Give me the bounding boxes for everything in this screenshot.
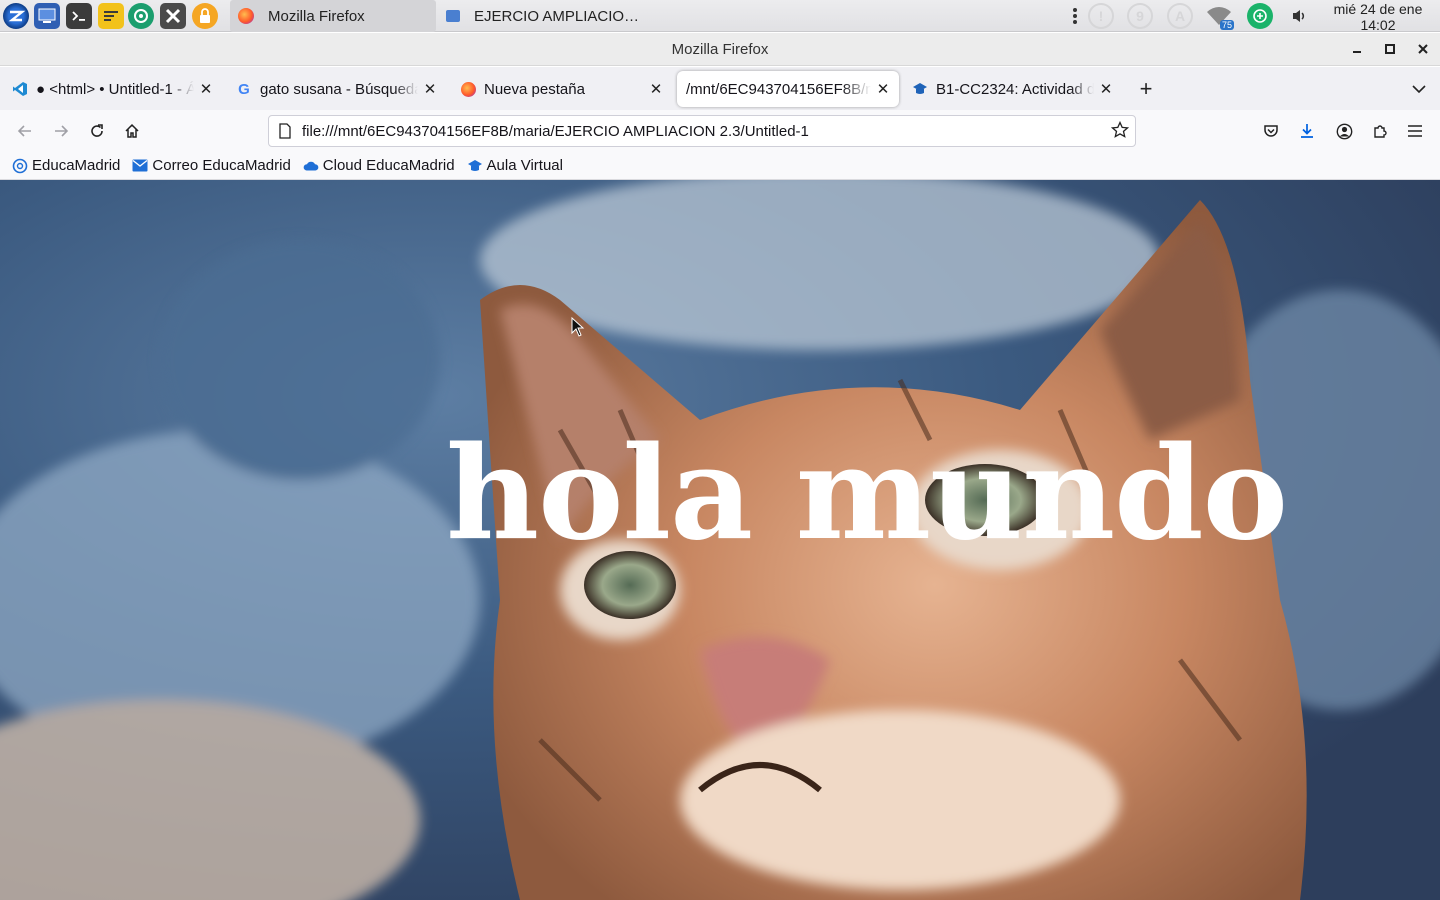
pocket-icon[interactable]	[1259, 119, 1283, 143]
bookmark-star-icon[interactable]	[1110, 120, 1130, 144]
bookmark-cloud-educamadrid[interactable]: Cloud EducaMadrid	[303, 157, 455, 174]
close-tab-icon[interactable]: ✕	[420, 79, 440, 99]
minimize-button[interactable]	[1347, 39, 1367, 59]
page-file-icon	[279, 123, 291, 144]
close-tab-icon[interactable]: ✕	[646, 79, 666, 99]
vpn-icon[interactable]	[1246, 3, 1274, 29]
url-text: file:///mnt/6EC943704156EF8B/maria/EJERC…	[302, 123, 809, 140]
reload-button[interactable]	[85, 119, 109, 143]
close-tab-icon[interactable]: ✕	[873, 79, 893, 99]
graduation-cap-icon	[467, 158, 483, 174]
bookmarks-toolbar: EducaMadrid Correo EducaMadrid Cloud Edu…	[0, 152, 1440, 180]
google-icon: G	[238, 80, 250, 98]
mouse-cursor-icon	[571, 317, 585, 337]
keyboard-layout: A	[1167, 3, 1193, 29]
new-tab-button[interactable]: +	[1130, 71, 1162, 107]
keyboard-indicator[interactable]: A	[1165, 3, 1195, 29]
taskbar-task-label: EJERCIO AMPLIACIO…	[474, 7, 640, 25]
overflow-menu-icon[interactable]	[1068, 3, 1082, 29]
taskbar-task-firefox[interactable]: Mozilla Firefox	[230, 0, 436, 32]
bookmark-label: Cloud EducaMadrid	[322, 157, 455, 174]
wifi-icon[interactable]: 75	[1204, 3, 1234, 30]
desktop-taskbar: Mozilla Firefox EJERCIO AMPLIACIO… ! 9 A…	[0, 0, 1440, 33]
tab-new-tab[interactable]: Nueva pestaña ✕	[450, 71, 672, 107]
account-icon[interactable]	[1332, 119, 1356, 143]
url-bar[interactable]: file:///mnt/6EC943704156EF8B/maria/EJERC…	[268, 115, 1136, 147]
bookmark-label: Correo EducaMadrid	[152, 157, 291, 174]
forward-button[interactable]	[49, 119, 73, 143]
tab-label: B1-CC2324: Actividad de	[936, 80, 1094, 98]
extensions-icon[interactable]	[1368, 119, 1392, 143]
software-icon[interactable]	[128, 3, 154, 29]
tab-label: ● <html> • Untitled-1 - Ár	[36, 80, 194, 98]
page-content: hola mundo	[0, 180, 1440, 900]
navigation-toolbar: file:///mnt/6EC943704156EF8B/maria/EJERC…	[0, 110, 1440, 152]
taskbar-task-label: Mozilla Firefox	[268, 7, 365, 25]
update-badge: !	[1088, 3, 1114, 29]
terminal-icon[interactable]	[66, 3, 92, 29]
app-menu-icon[interactable]	[1403, 119, 1427, 143]
educamadrid-icon	[12, 158, 28, 174]
close-window-button[interactable]	[1413, 39, 1433, 59]
window-titlebar[interactable]: Mozilla Firefox	[0, 33, 1440, 66]
firefox-icon	[460, 81, 476, 97]
update-indicator[interactable]: !	[1086, 3, 1116, 29]
tab-strip: ● <html> • Untitled-1 - Ár ✕ G gato susa…	[0, 67, 1440, 110]
notifications-indicator[interactable]: 9	[1125, 3, 1155, 29]
cloud-icon	[303, 158, 319, 174]
tab-local-file[interactable]: /mnt/6EC943704156EF8B/m ✕	[677, 71, 899, 107]
notes-icon[interactable]	[98, 3, 124, 29]
vscode-icon	[12, 81, 28, 97]
clock-time: 14:02	[1360, 17, 1396, 33]
mail-icon	[132, 158, 148, 174]
notifications-count: 9	[1127, 3, 1153, 29]
clock-date: mié 24 de ene	[1333, 1, 1423, 17]
tab-label: /mnt/6EC943704156EF8B/m	[686, 80, 871, 98]
show-desktop-icon[interactable]	[34, 3, 60, 29]
close-tab-icon[interactable]: ✕	[196, 79, 216, 99]
folder-icon	[446, 10, 460, 22]
window-title: Mozilla Firefox	[671, 41, 769, 58]
maximize-button[interactable]	[1380, 39, 1400, 59]
volume-icon[interactable]	[1288, 3, 1312, 29]
bookmark-label: Aula Virtual	[486, 157, 563, 174]
x-app-icon[interactable]	[160, 3, 186, 29]
lock-app-icon[interactable]	[192, 3, 218, 29]
downloads-icon[interactable]	[1295, 119, 1319, 143]
list-all-tabs-icon[interactable]	[1404, 71, 1434, 107]
tab-google-search[interactable]: G gato susana - Búsqueda d ✕	[226, 71, 446, 107]
bookmark-label: EducaMadrid	[32, 157, 121, 174]
bookmark-correo-educamadrid[interactable]: Correo EducaMadrid	[132, 157, 291, 174]
tab-label: gato susana - Búsqueda d	[260, 80, 418, 98]
tab-vscode[interactable]: ● <html> • Untitled-1 - Ár ✕	[2, 71, 222, 107]
home-button[interactable]	[120, 119, 144, 143]
bookmark-aula-virtual[interactable]: Aula Virtual	[467, 157, 563, 174]
taskbar-task-files[interactable]: EJERCIO AMPLIACIO…	[438, 0, 668, 32]
zorin-menu-icon[interactable]	[3, 3, 29, 29]
firefox-icon	[238, 8, 254, 24]
wifi-level: 75	[1219, 20, 1234, 30]
tab-label: Nueva pestaña	[484, 80, 585, 98]
bookmark-educamadrid[interactable]: EducaMadrid	[12, 157, 120, 174]
moodle-icon	[912, 81, 928, 97]
clock[interactable]: mié 24 de ene 14:02	[1326, 1, 1430, 33]
close-tab-icon[interactable]: ✕	[1096, 79, 1116, 99]
tab-moodle-activity[interactable]: B1-CC2324: Actividad de ✕	[902, 71, 1122, 107]
back-button[interactable]	[13, 119, 37, 143]
page-heading: hola mundo	[446, 419, 1288, 569]
